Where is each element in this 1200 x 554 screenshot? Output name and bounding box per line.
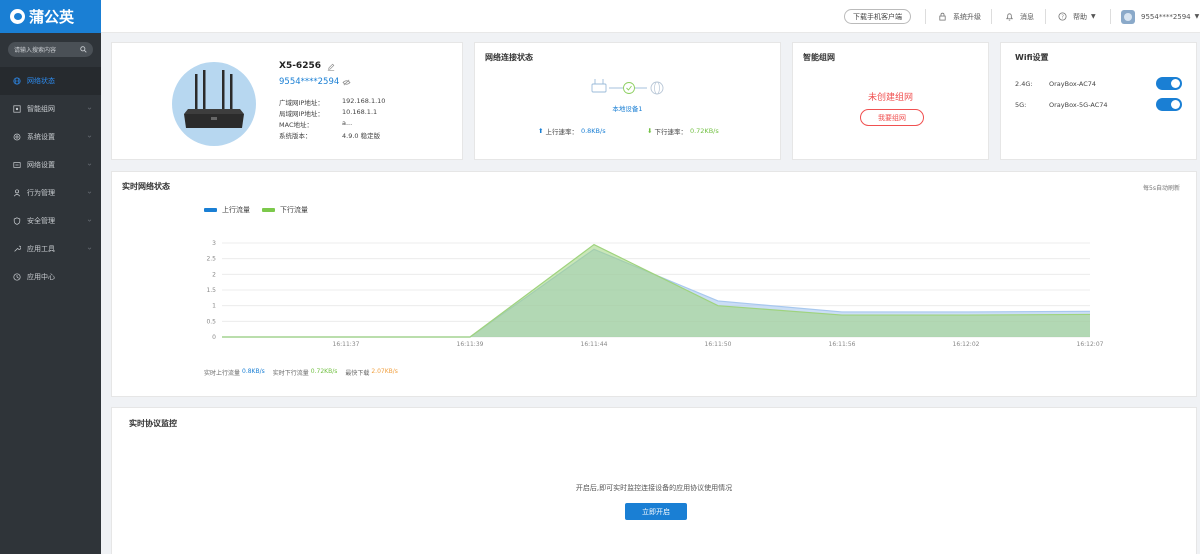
- y-tick-label: 2: [212, 271, 216, 278]
- up-summary-label: 实时上行流量: [204, 370, 241, 377]
- y-tick-label: 3: [212, 240, 216, 247]
- x-tick-label: 16:11:56: [829, 341, 856, 348]
- y-tick-label: 0.5: [206, 318, 216, 325]
- y-tick-label: 2.5: [206, 256, 216, 263]
- up-summary-value: 0.8KB/s: [242, 368, 265, 375]
- x-tick-label: 16:11:44: [581, 341, 608, 348]
- down-summary-value: 0.72KB/s: [310, 368, 338, 375]
- x-tick-label: 16:12:07: [1077, 341, 1104, 348]
- max-download-label: 最快下载: [345, 370, 370, 377]
- x-tick-label: 16:11:50: [705, 341, 732, 348]
- x-tick-label: 16:12:02: [953, 341, 980, 348]
- down-summary-label: 实时下行流量: [272, 370, 309, 377]
- enable-monitor-button[interactable]: 立即开启: [625, 503, 687, 520]
- x-tick-label: 16:11:37: [333, 341, 360, 348]
- y-tick-label: 1: [212, 303, 216, 310]
- y-tick-label: 0: [212, 334, 216, 341]
- protocol-title: 实时协议监控: [129, 419, 177, 428]
- protocol-description: 开启后,即可实时监控连接设备的应用协议使用情况: [575, 484, 733, 492]
- protocol-monitor-card: 实时协议监控 开启后,即可实时监控连接设备的应用协议使用情况 立即开启: [111, 407, 1197, 554]
- x-tick-label: 16:11:39: [457, 341, 484, 348]
- traffic-summary: 实时上行流量 0.8KB/s 实时下行流量 0.72KB/s 最快下载 2.07…: [204, 368, 398, 377]
- y-tick-label: 1.5: [206, 287, 216, 294]
- max-download-value: 2.07KB/s: [371, 368, 398, 375]
